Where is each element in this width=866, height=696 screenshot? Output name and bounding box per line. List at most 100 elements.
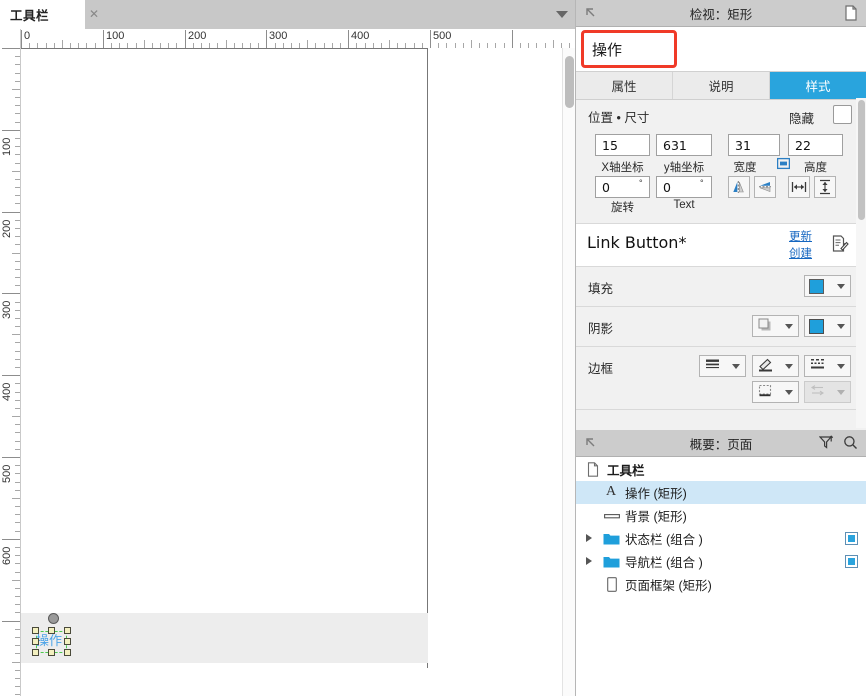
ruler-tick	[2, 457, 20, 458]
hide-checkbox[interactable]	[833, 105, 852, 124]
page-top-edge	[21, 48, 428, 49]
text-a-icon: A	[606, 484, 617, 499]
ruler-tick	[348, 30, 349, 48]
resize-handle-w[interactable]	[32, 638, 39, 645]
outline-header: 概要：页面	[576, 430, 866, 457]
ruler-tick	[226, 40, 227, 48]
line-color-icon[interactable]	[752, 355, 799, 377]
frame-icon	[607, 577, 617, 592]
tab-notes[interactable]: 说明	[673, 72, 770, 99]
ruler-tick	[15, 514, 20, 515]
ruler-tick	[12, 498, 20, 499]
edit-style-icon[interactable]	[832, 235, 849, 256]
page-icon	[587, 462, 599, 477]
tab-style[interactable]: 样式	[770, 72, 866, 99]
ruler-tick	[15, 506, 20, 507]
outline-row-statusbar[interactable]: 状态栏 (组合 )	[576, 527, 866, 550]
background-rectangle[interactable]	[21, 613, 428, 663]
chevron-right-icon[interactable]	[586, 534, 592, 542]
ruler-tick	[15, 473, 20, 474]
fit-height-icon[interactable]	[814, 176, 836, 198]
selected-widget[interactable]: 操作	[32, 613, 71, 656]
resize-handle-nw[interactable]	[32, 627, 39, 634]
resize-handle-s[interactable]	[48, 649, 55, 656]
canvas-scrollbar-thumb[interactable]	[565, 56, 574, 108]
ruler-tick	[15, 383, 20, 384]
rotation-degree-symbol: °	[639, 178, 643, 188]
line-width-icon[interactable]	[699, 355, 746, 377]
line-width-glyph	[705, 358, 720, 374]
create-style-link[interactable]: 创建	[789, 245, 812, 261]
resize-handle-n[interactable]	[48, 627, 55, 634]
border-visibility-icon[interactable]	[752, 381, 799, 403]
outline-row-pageframe[interactable]: 页面框架 (矩形)	[576, 573, 866, 596]
outline-row-action[interactable]: A 操作 (矩形)	[576, 481, 866, 504]
resize-handle-se[interactable]	[64, 649, 71, 656]
height-input[interactable]: 22	[788, 134, 843, 156]
ruler-tick	[15, 678, 20, 679]
horizontal-ruler: 0 100 200 300 400 500	[0, 29, 575, 49]
folder-icon	[603, 555, 620, 568]
outline-row-toolbar[interactable]: 工具栏	[576, 458, 866, 481]
chevron-down-icon[interactable]	[556, 11, 568, 18]
ruler-tick	[15, 392, 20, 393]
fill-label: 填充	[588, 282, 614, 296]
page-boundary-line	[427, 48, 428, 668]
widget-style-name[interactable]: Link Button*	[587, 233, 686, 252]
widget-name-input[interactable]: 操作	[581, 30, 677, 68]
inspector-tabs: 属性 说明 样式	[576, 72, 866, 100]
arrow-up-left-icon[interactable]	[584, 436, 597, 452]
shadow-color-picker[interactable]	[804, 315, 851, 337]
ruler-tick	[15, 342, 20, 343]
resize-handle-ne[interactable]	[64, 627, 71, 634]
page-icon[interactable]	[844, 5, 858, 24]
fill-color-picker[interactable]	[804, 275, 851, 297]
design-canvas[interactable]: 操作	[21, 48, 562, 696]
link-aspect-icon[interactable]	[776, 157, 791, 173]
chevron-down-icon	[837, 283, 845, 289]
arrow-up-left-icon[interactable]	[584, 6, 597, 22]
outer-shadow-icon[interactable]	[752, 315, 799, 337]
resize-handle-e[interactable]	[64, 638, 71, 645]
visibility-toggle[interactable]	[845, 532, 858, 545]
flip-vertical-icon[interactable]	[754, 176, 776, 198]
outline-row-background[interactable]: 背景 (矩形)	[576, 504, 866, 527]
filter-icon[interactable]	[818, 435, 834, 453]
chevron-right-icon[interactable]	[586, 557, 592, 565]
chevron-down-icon	[785, 389, 793, 395]
flip-horizontal-icon[interactable]	[728, 176, 750, 198]
search-icon[interactable]	[843, 435, 858, 453]
width-input[interactable]: 31	[728, 134, 780, 156]
canvas-vertical-scrollbar[interactable]	[562, 48, 575, 696]
y-coordinate-input[interactable]: 631	[656, 134, 712, 156]
inspector-title: 检视：矩形	[689, 7, 753, 22]
ruler-tick	[12, 416, 20, 417]
ruler-tick	[266, 30, 267, 48]
ruler-label: 300	[269, 30, 288, 42]
ruler-corner	[0, 29, 21, 48]
rotation-handle[interactable]	[48, 613, 59, 624]
tab-properties[interactable]: 属性	[576, 72, 673, 99]
ruler-tick	[512, 30, 513, 48]
line-pattern-icon[interactable]	[804, 355, 851, 377]
x-coordinate-label: X轴坐标	[601, 162, 644, 174]
ruler-tick	[2, 48, 20, 49]
inspector-scrollbar[interactable]	[856, 98, 866, 428]
ruler-label: 400	[351, 30, 370, 42]
ruler-tick	[15, 441, 20, 442]
ruler-tick	[15, 195, 20, 196]
update-style-link[interactable]: 更新	[789, 228, 812, 244]
x-coordinate-input[interactable]: 15	[595, 134, 650, 156]
outline-row-navbar[interactable]: 导航栏 (组合 )	[576, 550, 866, 573]
ruler-tick	[15, 424, 20, 425]
fit-width-icon[interactable]	[788, 176, 810, 198]
visibility-toggle[interactable]	[845, 555, 858, 568]
tab-toolbar[interactable]: 工具栏	[0, 0, 85, 29]
ruler-tick	[62, 40, 63, 48]
ruler-tick	[12, 89, 20, 90]
inspector-scrollbar-thumb[interactable]	[858, 100, 865, 220]
ruler-tick	[15, 277, 20, 278]
close-icon[interactable]: ✕	[87, 7, 101, 21]
resize-handle-sw[interactable]	[32, 649, 39, 656]
ruler-tick	[15, 547, 20, 548]
